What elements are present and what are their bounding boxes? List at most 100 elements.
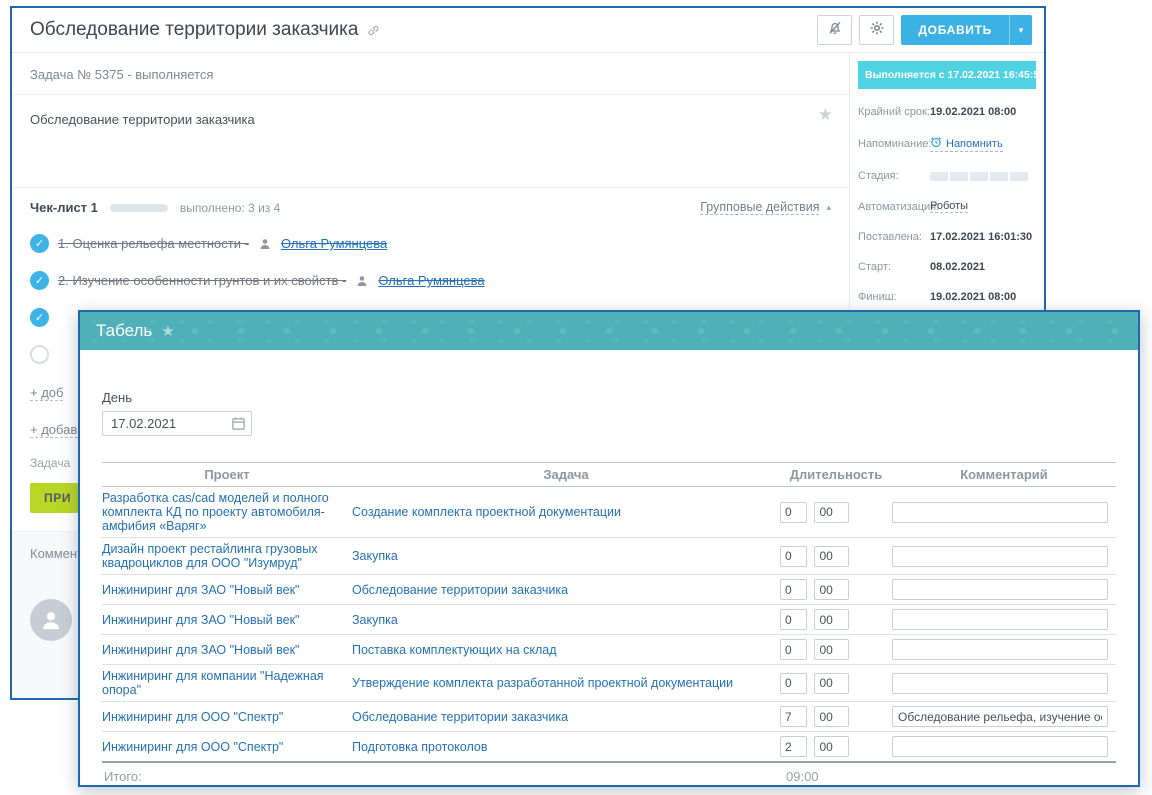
add-button[interactable]: ДОБАВИТЬ ▾	[901, 15, 1032, 45]
project-link[interactable]: Инжиниринг для ЗАО "Новый век"	[102, 583, 299, 597]
add-button-dropdown[interactable]: ▾	[1009, 15, 1032, 45]
project-link[interactable]: Инжиниринг для ООО "Спектр"	[102, 740, 283, 754]
hours-input[interactable]	[780, 673, 807, 694]
comment-input[interactable]	[892, 609, 1108, 630]
group-actions: Групповые действия ▴	[700, 200, 831, 215]
checklist-progress-bar	[110, 204, 168, 212]
alarm-clock-icon	[930, 136, 942, 151]
project-link[interactable]: Инжиниринг для ЗАО "Новый век"	[102, 643, 299, 657]
stage-progress-bar[interactable]	[930, 172, 1028, 181]
hours-input[interactable]	[780, 706, 807, 727]
comment-input[interactable]	[892, 579, 1108, 600]
project-link[interactable]: Разработка cas/cad моделей и полного ком…	[102, 491, 344, 533]
reminder-link[interactable]: Напомнить	[930, 136, 1003, 152]
comment-input[interactable]	[892, 546, 1108, 567]
add-checklist-item-link[interactable]: + доб	[30, 385, 63, 401]
comment-input[interactable]	[892, 639, 1108, 660]
task-status-line: Задача № 5375 - выполняется	[12, 53, 849, 95]
chevron-up-icon[interactable]: ▴	[826, 202, 831, 213]
minutes-input[interactable]	[814, 502, 849, 523]
task-link[interactable]: Утверждение комплекта разработанной прое…	[352, 676, 733, 690]
favorite-star-icon[interactable]: ★	[818, 105, 833, 125]
task-link[interactable]: Поставка комплектующих на склад	[352, 643, 557, 657]
table-row: Инжиниринг для ООО "Спектр" Подготовка п…	[102, 732, 1116, 763]
task-link[interactable]: Создание комплекта проектной документаци…	[352, 505, 621, 519]
avatar[interactable]	[30, 599, 72, 641]
hours-input[interactable]	[780, 502, 807, 523]
checklist-item: ✓ 1. Оценка рельефа местности - Ольга Ру…	[12, 225, 849, 262]
hours-input[interactable]	[780, 639, 807, 660]
assignee-link[interactable]: Ольга Румянцева	[281, 236, 387, 251]
sidebar-row-reminder: Напоминание: Напомнить	[850, 127, 1044, 161]
table-row: Инжиниринг для ООО "Спектр" Обследование…	[102, 702, 1116, 732]
task-link[interactable]: Подготовка протоколов	[352, 740, 488, 754]
checked-circle-icon[interactable]: ✓	[30, 308, 49, 327]
deadline-label: Крайний срок:	[858, 106, 930, 118]
comment-input[interactable]	[892, 502, 1108, 523]
chevron-down-icon: ▾	[1019, 25, 1024, 36]
minutes-input[interactable]	[814, 736, 849, 757]
task-link[interactable]: Закупка	[352, 549, 398, 563]
task-link[interactable]: Закупка	[352, 613, 398, 627]
checked-circle-icon[interactable]: ✓	[30, 234, 49, 253]
sidebar-row-automation: Автоматизация: Роботы	[850, 191, 1044, 222]
sidebar-row-deadline: Крайний срок: 19.02.2021 08:00	[850, 97, 1044, 127]
hours-input[interactable]	[780, 609, 807, 630]
timesheet-title: Табель	[96, 321, 152, 341]
hours-input[interactable]	[780, 546, 807, 567]
project-link[interactable]: Инжиниринг для ООО "Спектр"	[102, 710, 283, 724]
stage-label: Стадия:	[858, 170, 930, 182]
task-link[interactable]: Обследование территории заказчика	[352, 583, 568, 597]
column-header-comment: Комментарий	[892, 463, 1116, 487]
status-banner: Выполняется с 17.02.2021 16:45:50	[858, 61, 1036, 89]
checklist-header: Чек-лист 1 выполнено: 3 из 4 Групповые д…	[12, 188, 849, 225]
assignee-link[interactable]: Ольга Румянцева	[378, 273, 484, 288]
project-link[interactable]: Инжиниринг для компании "Надежная опора"	[102, 669, 344, 697]
project-link[interactable]: Дизайн проект рестайлинга грузовых квадр…	[102, 542, 344, 570]
total-row: Итого: 09:00	[102, 762, 1116, 787]
total-value: 09:00	[780, 762, 892, 787]
checked-circle-icon[interactable]: ✓	[30, 271, 49, 290]
minutes-input[interactable]	[814, 579, 849, 600]
calendar-icon[interactable]	[231, 416, 246, 431]
minutes-input[interactable]	[814, 546, 849, 567]
bell-slash-icon	[827, 20, 843, 41]
minutes-input[interactable]	[814, 609, 849, 630]
group-actions-link[interactable]: Групповые действия	[700, 200, 819, 215]
minutes-input[interactable]	[814, 673, 849, 694]
table-header-row: Проект Задача Длительность Комментарий	[102, 463, 1116, 487]
checklist-item-text: 1. Оценка рельефа местности -	[58, 236, 249, 251]
task-header: Обследование территории заказчика ДОБАВИ…	[12, 8, 1044, 52]
hours-input[interactable]	[780, 579, 807, 600]
link-icon[interactable]	[367, 24, 380, 37]
minutes-input[interactable]	[814, 706, 849, 727]
favorite-star-icon[interactable]: ★	[161, 322, 174, 340]
column-header-duration: Длительность	[780, 463, 892, 487]
table-row: Инжиниринг для ЗАО "Новый век" Закупка	[102, 605, 1116, 635]
sidebar-row-stage: Стадия:	[850, 161, 1044, 191]
column-header-project: Проект	[102, 463, 352, 487]
settings-button[interactable]	[859, 15, 894, 45]
minutes-input[interactable]	[814, 639, 849, 660]
automation-link[interactable]: Роботы	[930, 200, 968, 213]
comment-input[interactable]	[892, 706, 1108, 727]
timesheet-table: Проект Задача Длительность Комментарий Р…	[102, 462, 1116, 787]
task-description: Обследование территории заказчика	[30, 112, 255, 127]
task-description-block: Обследование территории заказчика ★	[12, 95, 849, 187]
timesheet-body: День Проект Задача Длительность Коммента…	[80, 350, 1138, 787]
hours-input[interactable]	[780, 736, 807, 757]
mute-notifications-button[interactable]	[817, 15, 852, 45]
project-link[interactable]: Инжиниринг для ЗАО "Новый век"	[102, 613, 299, 627]
date-input[interactable]	[102, 411, 252, 436]
unchecked-circle-icon[interactable]	[30, 345, 49, 364]
total-label: Итого:	[102, 762, 352, 787]
start-label: Старт:	[858, 261, 930, 273]
task-link[interactable]: Обследование территории заказчика	[352, 710, 568, 724]
comment-input[interactable]	[892, 736, 1108, 757]
table-row: Инжиниринг для ЗАО "Новый век" Поставка …	[102, 635, 1116, 665]
comment-input[interactable]	[892, 673, 1108, 694]
sidebar-row-finish: Финиш: 19.02.2021 08:00	[850, 282, 1044, 312]
automation-label: Автоматизация:	[858, 201, 930, 213]
add-button-label[interactable]: ДОБАВИТЬ	[901, 15, 1009, 45]
checklist-item: ✓ 2. Изучение особенности грунтов и их с…	[12, 262, 849, 299]
